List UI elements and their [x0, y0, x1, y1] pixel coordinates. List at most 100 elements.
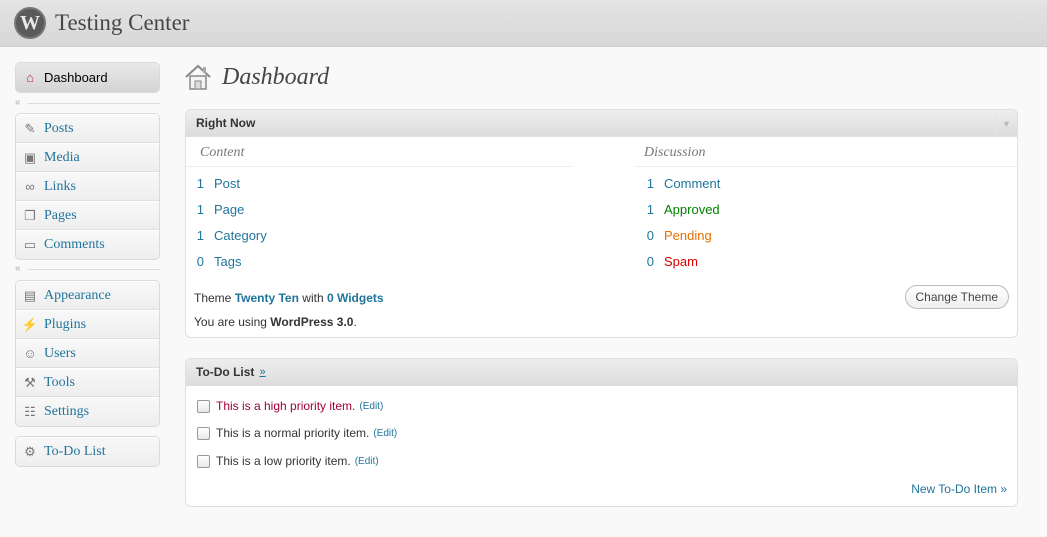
todo-edit-link[interactable]: (Edit)	[355, 456, 379, 467]
menu-item-label: Links	[44, 178, 76, 194]
todo-text: This is a normal priority item.	[216, 426, 370, 440]
todo-edit-link[interactable]: (Edit)	[359, 401, 383, 412]
content-row-categories[interactable]: 1 Category	[186, 228, 267, 243]
page-title: Dashboard	[222, 64, 330, 90]
plug-icon: ⚡	[21, 316, 39, 332]
label: Post	[214, 176, 241, 191]
discussion-row-pending[interactable]: 0 Pending	[636, 228, 712, 243]
content-row-pages[interactable]: 1 Page	[186, 202, 245, 217]
menu-item-label: Tools	[44, 374, 75, 390]
widgets-link[interactable]: 0 Widgets	[327, 291, 384, 305]
theme-name-link[interactable]: Twenty Ten	[235, 291, 299, 305]
dashboard-house-icon	[185, 64, 211, 90]
divider	[186, 166, 572, 167]
count: 1	[196, 176, 204, 191]
menu-separator	[28, 103, 160, 104]
wp-version: WordPress 3.0	[270, 315, 354, 329]
todo-widget: To-Do List » This is a high priority ite…	[185, 358, 1018, 507]
todo-checkbox[interactable]	[197, 399, 210, 413]
todo-text: This is a high priority item.	[216, 399, 356, 413]
comment-bubble-icon: ▭	[23, 237, 37, 252]
menu-item-label: Plugins	[44, 316, 87, 332]
menu-item-posts[interactable]: ✎ Posts	[16, 114, 159, 143]
menu-item-label: Users	[44, 345, 76, 361]
appearance-icon: ▤	[23, 287, 37, 303]
menu-item-comments[interactable]: ▭ Comments	[16, 230, 159, 259]
todo-header[interactable]: To-Do List »	[186, 359, 1017, 386]
menu-item-label: Posts	[44, 120, 74, 136]
pushpin-icon: ✎	[24, 120, 36, 136]
count: 1	[646, 202, 654, 217]
change-theme-button[interactable]: Change Theme	[904, 285, 1009, 309]
menu-item-links[interactable]: ∞ Links	[16, 172, 159, 201]
menu-item-settings[interactable]: ☷ Settings	[16, 397, 159, 426]
tools-icon: ⚒	[24, 374, 36, 390]
todo-item: This is a low priority item. (Edit)	[197, 454, 379, 468]
widget-title: Right Now	[196, 116, 256, 130]
menu-plugin-group: ⚙ To-Do List	[15, 436, 160, 467]
discussion-row-spam[interactable]: 0 Spam	[636, 254, 698, 269]
version-info: You are using WordPress 3.0.	[194, 315, 357, 329]
widget-toggle-icon[interactable]: ▼	[995, 110, 1017, 137]
link-icon: ∞	[25, 179, 35, 194]
users-icon: ☺	[23, 346, 37, 361]
menu-item-label: Pages	[44, 207, 77, 223]
menu-item-pages[interactable]: ❐ Pages	[16, 201, 159, 230]
content-heading: Content	[200, 145, 245, 160]
site-title[interactable]: Testing Center	[55, 10, 189, 36]
todo-text: This is a low priority item.	[216, 454, 351, 468]
todo-checkbox[interactable]	[197, 454, 210, 468]
menu-item-label: To-Do List	[44, 444, 106, 459]
label: Category	[214, 228, 267, 243]
label: Approved	[664, 202, 720, 217]
discussion-row-approved[interactable]: 1 Approved	[636, 202, 720, 217]
todo-checkbox[interactable]	[197, 426, 210, 440]
media-icon: ▣	[23, 149, 37, 165]
count: 1	[196, 228, 204, 243]
wordpress-logo-icon[interactable]: W	[14, 7, 46, 39]
todo-more-link[interactable]: »	[259, 366, 265, 378]
right-now-header[interactable]: Right Now ▼	[186, 110, 1017, 137]
right-now-widget: Right Now ▼ Content Discussion 1 Post 1 Pa…	[185, 109, 1018, 338]
collapse-arrow-icon[interactable]: «	[15, 98, 21, 108]
count: 0	[646, 228, 654, 243]
todo-item: This is a normal priority item. (Edit)	[197, 426, 397, 440]
menu-item-label: Settings	[44, 404, 90, 419]
gear-icon: ⚙	[24, 444, 36, 459]
discussion-heading: Discussion	[644, 145, 706, 160]
count: 0	[196, 254, 204, 269]
label: Spam	[664, 254, 698, 269]
label: Comment	[664, 176, 721, 191]
menu-item-label: Appearance	[44, 287, 111, 303]
new-todo-item-link[interactable]: New To-Do Item »	[911, 482, 1007, 496]
menu-item-tools[interactable]: ⚒ Tools	[16, 368, 159, 397]
text: You are using	[194, 315, 267, 329]
menu-item-dashboard[interactable]: ⌂ Dashboard	[16, 63, 159, 92]
menu-item-appearance[interactable]: ▤ Appearance	[16, 281, 159, 310]
menu-item-todo-list[interactable]: ⚙ To-Do List	[16, 437, 159, 466]
house-icon: ⌂	[26, 70, 34, 85]
count: 0	[646, 254, 654, 269]
todo-edit-link[interactable]: (Edit)	[373, 428, 397, 439]
label: Tags	[214, 254, 242, 269]
menu-item-media[interactable]: ▣ Media	[16, 143, 159, 172]
theme-info: Theme Twenty Ten with 0 Widgets	[194, 291, 384, 305]
menu-item-users[interactable]: ☺ Users	[16, 339, 159, 368]
menu-dashboard-group: ⌂ Dashboard	[15, 62, 160, 93]
content-row-posts[interactable]: 1 Post	[186, 176, 240, 191]
menu-separator	[28, 269, 160, 270]
menu-admin-group: ▤ Appearance ⚡ Plugins ☺ Users ⚒ Tools ☷ Sett…	[15, 280, 160, 427]
pages-icon: ❐	[24, 207, 36, 223]
label: Page	[214, 202, 245, 217]
text: with	[302, 291, 324, 305]
admin-header: W Testing Center	[0, 0, 1047, 47]
count: 1	[196, 202, 204, 217]
collapse-arrow-icon[interactable]: «	[15, 264, 21, 274]
menu-item-plugins[interactable]: ⚡ Plugins	[16, 310, 159, 339]
menu-content-group: ✎ Posts ▣ Media ∞ Links ❐ Pages ▭ Comments	[15, 113, 160, 260]
content-row-tags[interactable]: 0 Tags	[186, 254, 242, 269]
menu-item-label: Media	[44, 149, 80, 165]
todo-item: This is a high priority item. (Edit)	[197, 399, 383, 413]
label: Pending	[664, 228, 712, 243]
discussion-row-comments[interactable]: 1 Comment	[636, 176, 721, 191]
